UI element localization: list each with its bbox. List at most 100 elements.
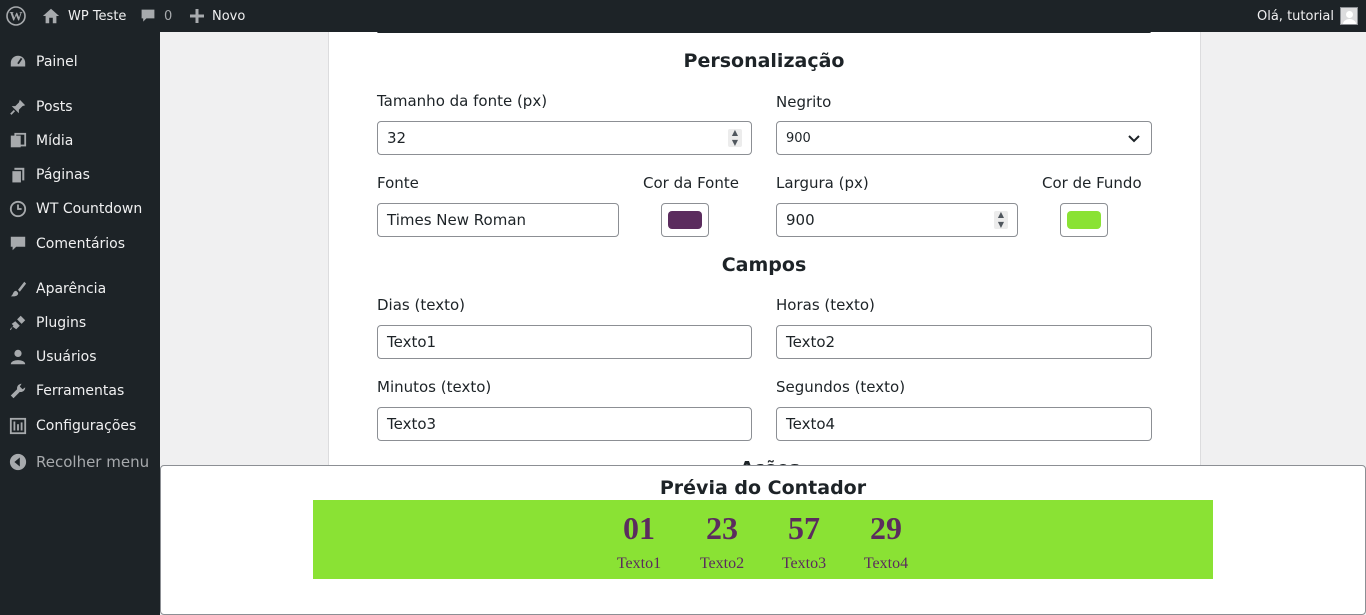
brush-icon [0, 280, 36, 298]
comments-count: 0 [164, 8, 173, 24]
seconds-value: Texto4 [786, 415, 836, 433]
countdown-hours-number: 23 [706, 510, 738, 546]
font-size-input[interactable]: 32 ▲ ▼ [377, 121, 752, 155]
user-account-menu[interactable]: Olá, tutorial [1257, 0, 1358, 32]
number-spinner-icon[interactable]: ▲ ▼ [728, 129, 742, 147]
settings-icon [0, 417, 36, 435]
font-color-swatch [668, 211, 702, 229]
font-size-value: 32 [387, 129, 407, 147]
sidebar-item-label: Plugins [36, 315, 87, 331]
countdown-unit-days: 01 Texto1 [609, 504, 669, 576]
hours-label: Horas (texto) [776, 296, 875, 314]
countdown-seconds-label: Texto4 [863, 555, 909, 572]
font-input[interactable]: Times New Roman [377, 203, 619, 237]
new-label: Novo [212, 8, 246, 24]
comments-link[interactable]: 0 [140, 0, 172, 32]
seconds-label: Segundos (texto) [776, 378, 906, 396]
sidebar-item-label: Painel [36, 54, 78, 70]
hours-value: Texto2 [786, 333, 836, 351]
font-color-picker[interactable] [661, 203, 709, 237]
preview-title: Prévia do Contador [659, 477, 867, 499]
wordpress-logo-icon: W [6, 6, 26, 26]
minutes-input[interactable]: Texto3 [377, 407, 752, 441]
countdown-seconds-number: 29 [870, 510, 902, 546]
sidebar-item-configuracoes[interactable]: Configurações [0, 409, 160, 443]
user-greeting: Olá, tutorial [1257, 8, 1334, 24]
plugin-icon [0, 314, 36, 332]
width-input[interactable]: 900 ▲ ▼ [776, 203, 1018, 237]
countdown-minutes-number: 57 [788, 510, 820, 546]
sidebar-item-midia[interactable]: Mídia [0, 124, 160, 158]
hours-input[interactable]: Texto2 [776, 325, 1152, 359]
campos-title: Campos [721, 254, 807, 276]
sidebar-item-plugins[interactable]: Plugins [0, 306, 160, 340]
seconds-input[interactable]: Texto4 [776, 407, 1152, 441]
personalizacao-title: Personalização [683, 50, 845, 72]
bold-select[interactable]: 900 [776, 121, 1152, 155]
days-input[interactable]: Texto1 [377, 325, 752, 359]
new-content-link[interactable]: Novo [190, 0, 245, 32]
countdown-preview: 01 Texto1 23 Texto2 57 Texto3 29 Texto4 [313, 500, 1213, 579]
wordpress-logo-button[interactable]: W [6, 0, 26, 32]
sidebar-item-label: Páginas [36, 167, 90, 183]
countdown-minutes-label: Texto3 [781, 555, 827, 572]
clock-icon [0, 200, 36, 218]
bold-label: Negrito [776, 93, 832, 111]
sidebar-item-label: Ferramentas [36, 383, 125, 399]
site-name-link[interactable]: WP Teste [42, 0, 126, 32]
comment-icon [0, 235, 36, 253]
font-color-label: Cor da Fonte [643, 174, 739, 192]
sidebar-item-label: Aparência [36, 281, 107, 297]
bg-color-swatch [1067, 211, 1101, 229]
sidebar-item-label: Posts [36, 99, 73, 115]
font-value: Times New Roman [387, 211, 527, 229]
minutes-value: Texto3 [387, 415, 437, 433]
site-name-label: WP Teste [68, 8, 127, 24]
font-size-label: Tamanho da fonte (px) [377, 92, 548, 110]
days-label: Dias (texto) [377, 296, 465, 314]
sidebar-item-label: Usuários [36, 349, 97, 365]
avatar [1340, 7, 1358, 25]
sidebar-item-label: Comentários [36, 236, 126, 252]
sidebar-item-label: Configurações [36, 418, 137, 434]
sidebar-item-ferramentas[interactable]: Ferramentas [0, 374, 160, 408]
collapse-menu-button[interactable]: Recolher menu [0, 445, 160, 479]
sidebar-item-aparencia[interactable]: Aparência [0, 272, 160, 306]
svg-text:W: W [10, 9, 23, 24]
sidebar-item-paginas[interactable]: Páginas [0, 158, 160, 192]
countdown-days-label: Texto1 [616, 555, 662, 572]
media-icon [0, 132, 36, 150]
countdown-hours-label: Texto2 [699, 555, 745, 572]
sidebar-item-comentarios[interactable]: Comentários [0, 227, 160, 261]
countdown-days-number: 01 [623, 510, 655, 546]
font-label: Fonte [377, 174, 419, 192]
admin-bar: W WP Teste 0 Novo Olá, tutorial [0, 0, 1366, 32]
sidebar-item-label: WT Countdown [36, 201, 143, 217]
pages-icon [0, 166, 36, 184]
collapse-arrow-icon [0, 453, 36, 471]
user-icon [0, 348, 36, 366]
admin-sidebar: Painel Posts Mídia Páginas WT Countdown … [0, 32, 160, 615]
sidebar-item-wt-countdown[interactable]: WT Countdown [0, 192, 160, 226]
plus-icon [190, 9, 204, 23]
sidebar-item-label: Mídia [36, 133, 74, 149]
sidebar-item-usuarios[interactable]: Usuários [0, 340, 160, 374]
days-value: Texto1 [387, 333, 437, 351]
countdown-unit-seconds: 29 Texto4 [856, 504, 916, 576]
number-spinner-icon[interactable]: ▲ ▼ [994, 211, 1008, 229]
minutes-label: Minutos (texto) [377, 378, 492, 396]
pin-icon [0, 98, 36, 116]
dashboard-icon [0, 53, 36, 71]
sidebar-item-painel[interactable]: Painel [0, 45, 160, 79]
divider [377, 30, 1151, 33]
bg-color-label: Cor de Fundo [1042, 174, 1142, 192]
home-icon [42, 8, 60, 24]
chevron-down-icon [1127, 131, 1141, 149]
width-label: Largura (px) [776, 174, 869, 192]
wrench-icon [0, 382, 36, 400]
countdown-unit-minutes: 57 Texto3 [774, 504, 834, 576]
countdown-unit-hours: 23 Texto2 [692, 504, 752, 576]
bg-color-picker[interactable] [1060, 203, 1108, 237]
bold-value: 900 [786, 130, 811, 146]
sidebar-item-posts[interactable]: Posts [0, 90, 160, 124]
